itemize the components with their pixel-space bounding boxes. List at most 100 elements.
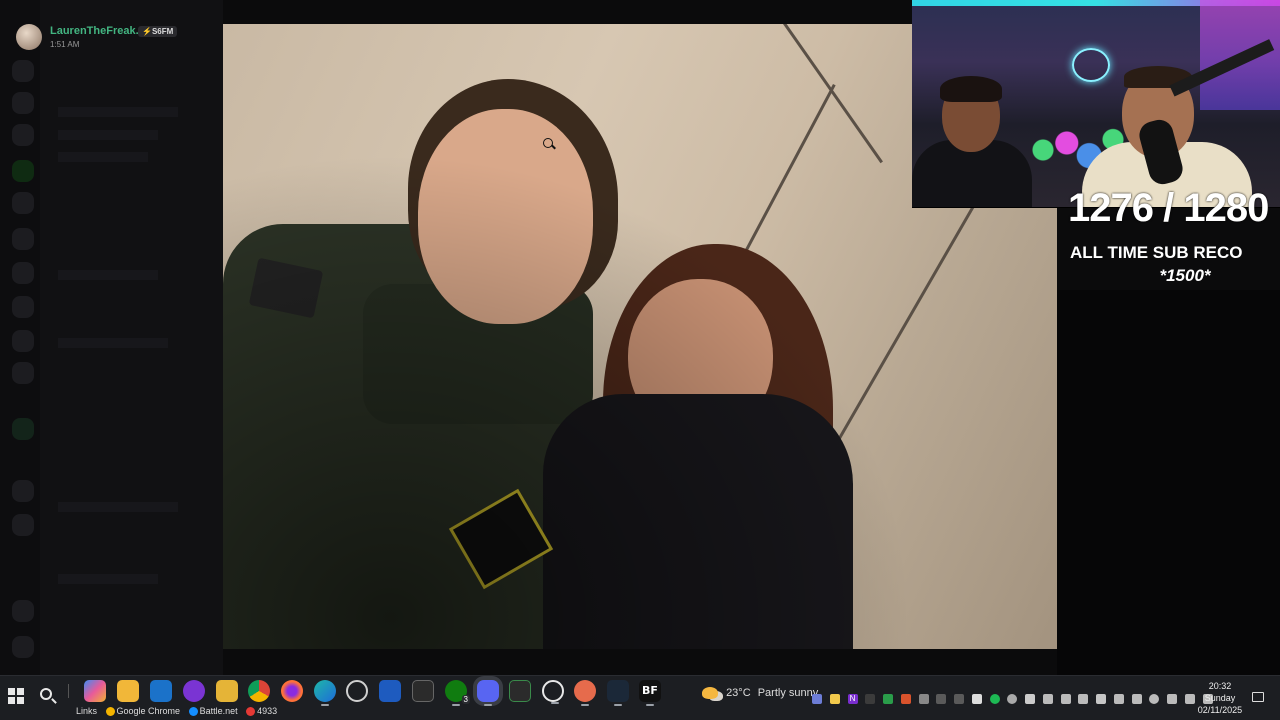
links-label[interactable]: Links [76, 706, 97, 716]
firefox-icon[interactable] [281, 680, 303, 702]
bing-icon[interactable] [379, 680, 401, 702]
microphone-icon[interactable] [1078, 693, 1089, 704]
server-icon[interactable] [12, 600, 34, 622]
tray-app-icon[interactable] [1025, 693, 1035, 704]
tray-app-icon[interactable] [900, 693, 911, 704]
spotify-icon[interactable] [989, 693, 1000, 704]
channel-item[interactable] [58, 270, 158, 280]
store-icon[interactable] [117, 680, 139, 702]
tray-app-icon[interactable] [883, 693, 893, 704]
app-icon [246, 706, 256, 716]
steam-icon[interactable] [607, 680, 629, 706]
system-clock[interactable]: 20:32 Sunday 02/11/2025 [1192, 680, 1248, 716]
channel-item[interactable] [58, 338, 168, 348]
tray-app-icon[interactable] [954, 693, 964, 704]
clock-date: 02/11/2025 [1197, 705, 1243, 715]
battlenet-icon [188, 706, 198, 716]
chrome-icon[interactable] [248, 680, 270, 702]
username[interactable]: LaurenTheFreak... [50, 25, 145, 37]
server-icon[interactable] [12, 60, 34, 82]
weather-widget[interactable]: 23°C Partly sunny [702, 687, 818, 707]
partly-sunny-icon [702, 687, 718, 700]
avatar[interactable] [16, 24, 42, 50]
capcut-icon[interactable] [412, 680, 434, 702]
desktop-screen: LaurenTheFreak... ⚡S6FM 1:51 AM 1276 / 1… [0, 0, 1280, 720]
server-icon[interactable] [12, 362, 34, 384]
server-icon[interactable] [12, 192, 34, 214]
channel-item[interactable] [58, 130, 158, 140]
channel-item[interactable] [58, 152, 148, 162]
server-icon[interactable] [12, 262, 34, 284]
server-icon[interactable] [12, 330, 34, 352]
count-link[interactable]: 4933 [246, 706, 277, 716]
chrome-link[interactable]: Google Chrome [105, 706, 180, 716]
server-icon[interactable] [12, 480, 34, 502]
server-rail [0, 0, 40, 675]
timestamp: 1:51 AM [50, 40, 80, 49]
battlenet-link[interactable]: Battle.net [188, 705, 238, 716]
search-icon[interactable] [38, 686, 58, 706]
bf-label: BF [642, 684, 658, 697]
tray-app-icon[interactable] [1167, 693, 1177, 704]
outlook-icon[interactable] [150, 680, 172, 702]
channel-item[interactable] [58, 107, 178, 117]
chatgpt-icon[interactable] [346, 680, 368, 702]
network-icon[interactable] [1149, 693, 1160, 704]
server-icon[interactable] [12, 124, 34, 146]
bf-icon[interactable]: BF [639, 680, 661, 706]
image-author-header: LaurenTheFreak... ⚡S6FM 1:51 AM [0, 20, 223, 54]
channel-list [40, 0, 223, 675]
neon-logo-icon [1072, 48, 1110, 82]
onenote-icon[interactable]: N [847, 693, 858, 704]
tray-app-icon[interactable] [829, 693, 840, 704]
server-icon[interactable] [12, 514, 34, 536]
xbox-badge: 3 [461, 695, 470, 704]
sub-record-label: ALL TIME SUB RECO [1070, 243, 1243, 262]
edge-icon[interactable] [314, 680, 336, 706]
file-explorer-icon[interactable] [216, 680, 238, 702]
taskbar-links-row: Links Google Chrome Battle.net 4933 [76, 705, 283, 719]
webcam-overlay [912, 0, 1280, 208]
channel-item[interactable] [58, 574, 158, 584]
system-tray: N [812, 690, 1216, 704]
tray-app-icon[interactable] [1060, 693, 1071, 704]
server-icon[interactable] [12, 636, 34, 658]
sub-goal-target: *1500* [1159, 266, 1211, 285]
clock-time: 20:32 [1208, 681, 1232, 691]
terminal-icon[interactable] [509, 680, 531, 702]
x-icon[interactable] [971, 693, 982, 704]
server-icon[interactable] [12, 160, 34, 182]
weather-description: Partly sunny [757, 687, 819, 699]
tray-app-icon[interactable] [1042, 693, 1053, 704]
tray-app-icon[interactable] [1007, 693, 1018, 704]
xbox-icon[interactable]: 3 [445, 680, 470, 706]
tray-app-icon[interactable] [865, 693, 876, 704]
cortana-icon[interactable] [183, 680, 205, 702]
taskbar: 3 BF Links Google Chrome Battle.net 4933… [0, 675, 1280, 720]
speaker-icon[interactable] [1131, 693, 1142, 704]
server-tag-badge: ⚡S6FM [138, 26, 178, 37]
hair [940, 76, 1002, 102]
chat-backdrop [1057, 290, 1280, 675]
media-player-icon[interactable] [542, 680, 564, 704]
server-icon[interactable] [12, 296, 34, 318]
channel-item[interactable] [58, 502, 178, 512]
steam-tray-icon[interactable] [918, 693, 929, 704]
windows-start-icon[interactable] [8, 688, 24, 704]
chrome-icon [105, 706, 115, 716]
tray-app-icon[interactable] [812, 693, 822, 704]
tray-app-icon[interactable] [1113, 693, 1124, 704]
snipping-tool-icon[interactable] [574, 680, 596, 706]
server-icon[interactable] [12, 92, 34, 114]
zoom-cursor-icon [543, 138, 553, 148]
discord-icon[interactable] [477, 680, 499, 706]
tray-app-icon[interactable] [1096, 693, 1106, 704]
tray-app-icon[interactable] [936, 693, 947, 704]
weather-temp: 23°C [726, 687, 751, 699]
server-icon[interactable] [12, 228, 34, 250]
battlenet-link-label: Battle.net [199, 705, 238, 716]
clock-day: Sunday [1204, 693, 1236, 703]
copilot-icon[interactable] [84, 680, 106, 702]
notification-icon[interactable] [1252, 692, 1264, 702]
server-icon[interactable] [12, 418, 34, 440]
